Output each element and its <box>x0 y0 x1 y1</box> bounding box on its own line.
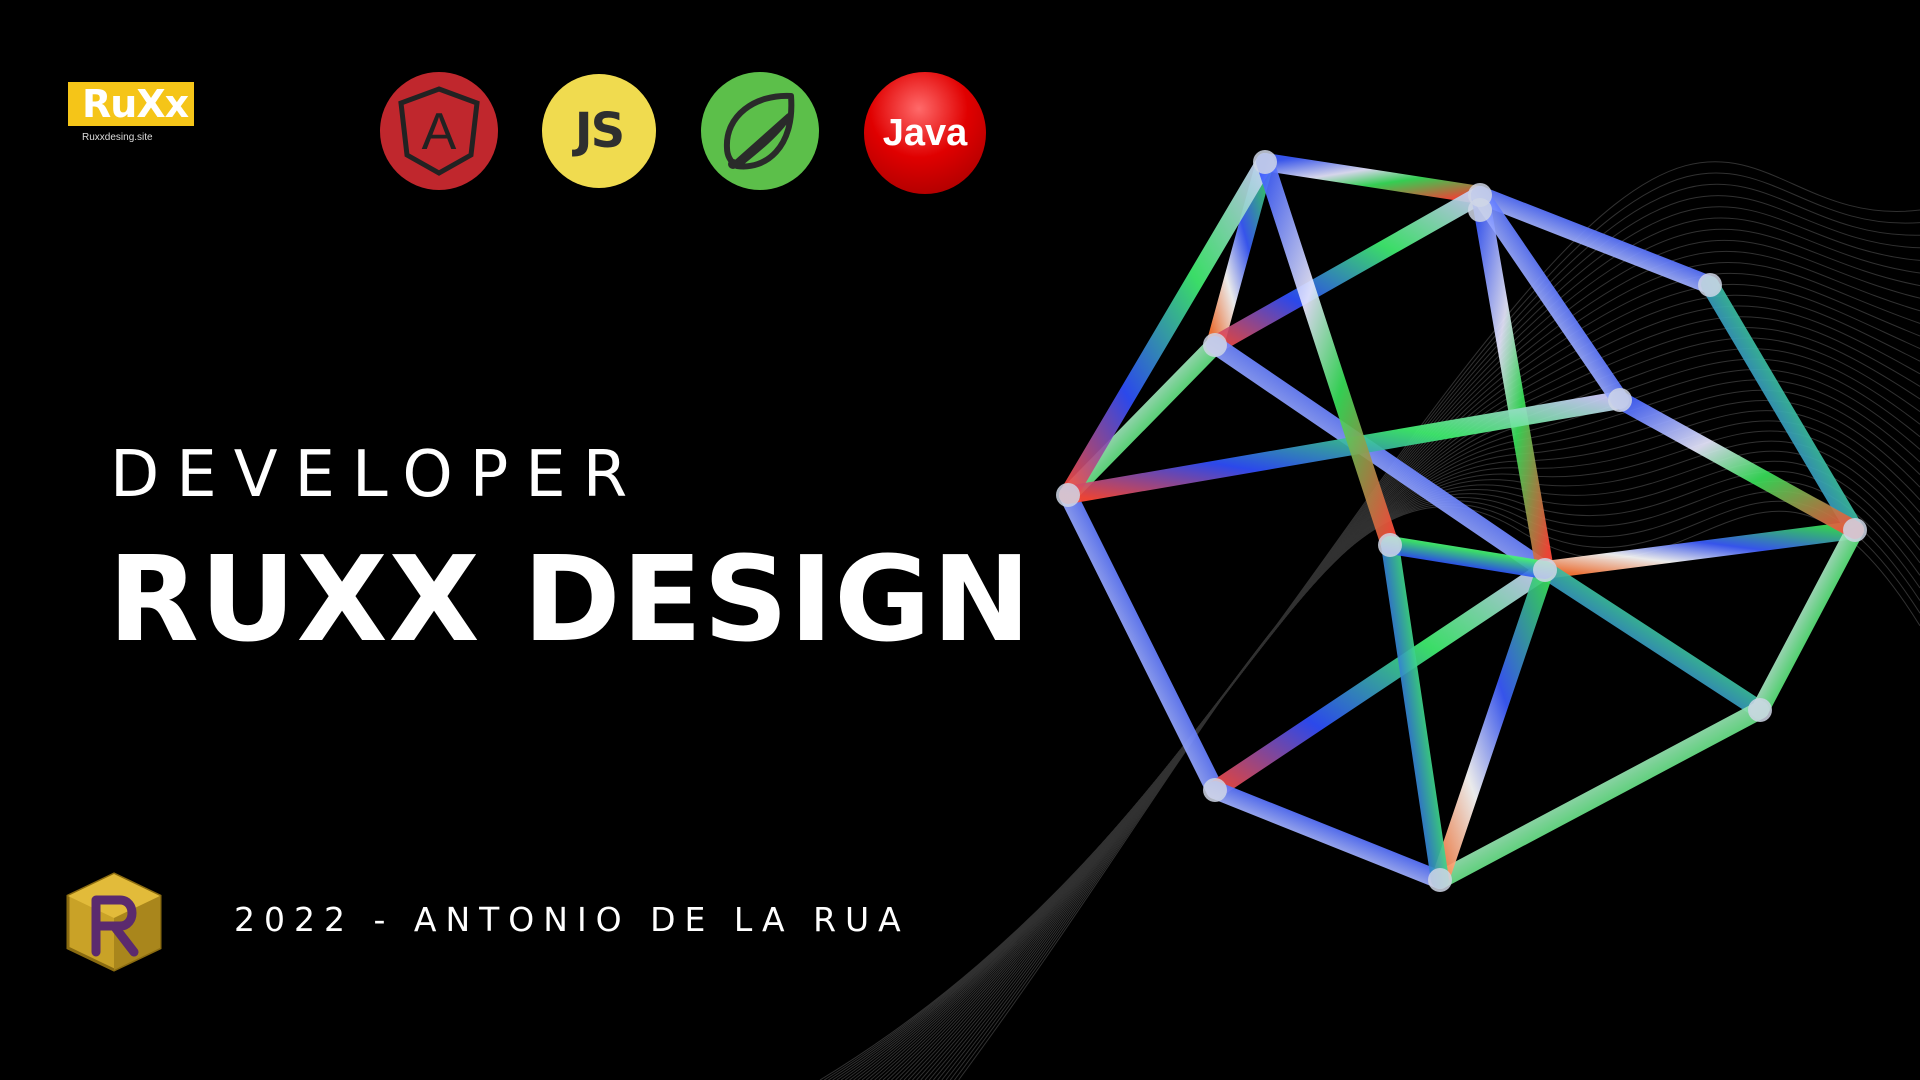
brand-logo-text: RuXx <box>82 82 189 126</box>
java-icon: Java <box>864 72 986 194</box>
icosahedron-edge <box>1536 521 1864 579</box>
icosahedron-edge <box>1751 521 1864 719</box>
icosahedron-edge <box>1206 561 1554 799</box>
javascript-icon: JS <box>542 74 656 188</box>
icosahedron-vertex <box>1533 558 1557 582</box>
icosahedron-vertex <box>1843 518 1867 542</box>
icosahedron-vertex <box>1428 868 1452 892</box>
icosahedron-vertex <box>1748 698 1772 722</box>
icosahedron-edge <box>1256 153 1489 204</box>
banner-canvas: RuXx Ruxxdesing.site A JS Java DEVELOPER… <box>0 0 1920 1080</box>
headline-kicker: DEVELOPER <box>110 438 645 512</box>
java-label: Java <box>882 111 968 154</box>
brand-logo-box: RuXx <box>68 82 195 126</box>
spring-leaf-icon <box>701 72 819 190</box>
icosahedron-wireframe <box>1056 150 1867 892</box>
icosahedron-edge <box>1536 561 1769 719</box>
icosahedron-vertex <box>1203 778 1227 802</box>
brand-logo: RuXx Ruxxdesing.site <box>68 82 218 152</box>
icosahedron-vertex <box>1468 198 1492 222</box>
icosahedron-edge <box>1059 486 1224 799</box>
angular-letter: A <box>422 103 457 161</box>
byline: 2022 - ANTONIO DE LA RUA <box>234 900 910 939</box>
icosahedron-vertex <box>1056 483 1080 507</box>
icosahedron-edge <box>1381 536 1449 889</box>
icosahedron-vertex <box>1253 150 1277 174</box>
icosahedron-edge <box>1256 153 1399 554</box>
headline-title: RUXX DESIGN <box>108 530 1032 668</box>
javascript-label: JS <box>574 103 625 159</box>
icosahedron-vertex <box>1203 333 1227 357</box>
brand-url: Ruxxdesing.site <box>82 132 153 143</box>
angular-icon: A <box>380 72 498 190</box>
icosahedron-vertex <box>1698 273 1722 297</box>
r-lion-logo-icon <box>66 872 162 972</box>
icosahedron-edge <box>1206 781 1449 889</box>
icosahedron-vertex <box>1378 533 1402 557</box>
icosahedron-vertex <box>1608 388 1632 412</box>
